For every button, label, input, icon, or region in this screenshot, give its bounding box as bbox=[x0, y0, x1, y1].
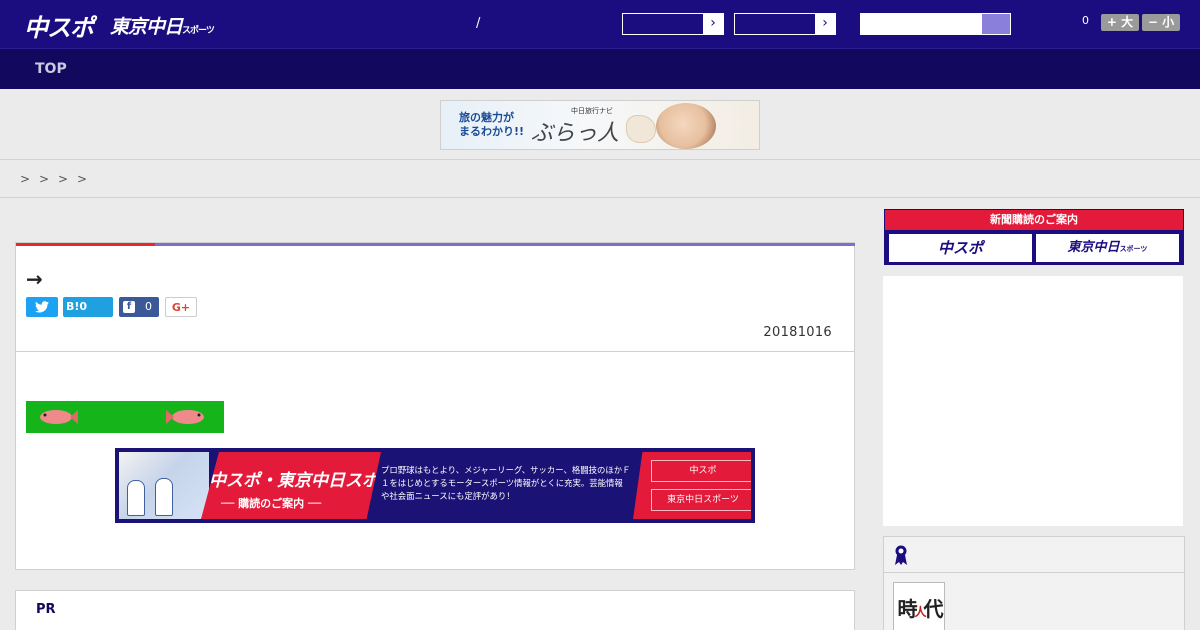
facebook-share-button[interactable]: f 0 bbox=[119, 297, 159, 317]
twitter-icon bbox=[35, 301, 49, 313]
sidebar-ad-slot bbox=[883, 276, 1183, 526]
player-figure bbox=[155, 478, 173, 516]
ad-description: プロ野球はもとより、メジャーリーグ、サッカー、格闘技のほかＦ１をはじめとするモー… bbox=[381, 465, 631, 501]
chuspo-logo[interactable]: 中スポ bbox=[24, 8, 94, 43]
subscription-widget: 新聞購読のご案内 中スポ 東京中日スポーツ bbox=[884, 209, 1184, 265]
shell-image bbox=[626, 115, 656, 143]
player-figure bbox=[127, 480, 145, 516]
breadcrumb-separator: > bbox=[20, 172, 31, 186]
woman-image bbox=[656, 103, 716, 149]
tokyo-chunichi-subscription-button[interactable]: 東京中日スポーツ bbox=[1036, 234, 1179, 262]
ad-brand: ぶらっ人 bbox=[531, 121, 620, 146]
ranking-header bbox=[884, 537, 1184, 573]
ranking-thumbnail[interactable]: 時人代 bbox=[893, 582, 945, 630]
travel-ad-banner[interactable]: 旅の魅力が まるわかり!! 中日旅行ナビ ぶらっ人 bbox=[440, 100, 760, 150]
tokyo-logo-sub: スポーツ bbox=[182, 26, 215, 36]
search-button[interactable] bbox=[982, 14, 1010, 34]
subscription-btn2-main: 東京中日 bbox=[1067, 240, 1120, 255]
fish-icon bbox=[166, 410, 204, 424]
thumb-char-1: 時 bbox=[897, 597, 917, 621]
ad-line-1: 旅の魅力が bbox=[459, 111, 514, 124]
players-photo bbox=[119, 452, 209, 519]
nav-item-top[interactable]: TOP bbox=[35, 61, 67, 77]
breadcrumb-separator: > bbox=[77, 172, 88, 186]
top-header: 中スポ 東京中日スポーツ / › › 0 + 大 − 小 bbox=[0, 0, 1200, 48]
tokyo-chunichi-subscribe-button[interactable]: 東京中日スポーツ bbox=[651, 489, 751, 511]
ad-button-panel: 中スポ 東京中日スポーツ bbox=[633, 452, 751, 519]
hatena-bookmark-button[interactable]: B!0 bbox=[63, 297, 113, 317]
category-select-2[interactable]: › bbox=[734, 13, 836, 35]
chevron-right-icon: › bbox=[703, 14, 723, 34]
font-smaller-button[interactable]: − 小 bbox=[1142, 14, 1180, 31]
article-title: → bbox=[26, 267, 43, 291]
thumb-char-2: 人 bbox=[914, 605, 926, 619]
facebook-count: 0 bbox=[145, 300, 152, 313]
thumb-char-3: 代 bbox=[923, 597, 944, 621]
banner-area: 旅の魅力が まるわかり!! 中日旅行ナビ ぶらっ人 bbox=[0, 89, 1200, 160]
ranking-widget: 時人代 bbox=[883, 536, 1185, 630]
sea-bream-ad-banner[interactable] bbox=[26, 401, 224, 433]
tokyo-logo-main: 東京中日 bbox=[110, 16, 183, 38]
chuspo-subscription-button[interactable]: 中スポ bbox=[889, 234, 1032, 262]
header-separator: / bbox=[476, 16, 481, 31]
ad-copy: 旅の魅力が まるわかり!! bbox=[459, 111, 524, 139]
ad-subheading: ── 購読のご案内 ── bbox=[221, 497, 322, 510]
main-nav: TOP bbox=[0, 48, 1200, 89]
subscription-header: 新聞購読のご案内 bbox=[885, 210, 1183, 230]
fish-icon bbox=[40, 410, 78, 424]
divider bbox=[16, 351, 854, 352]
search-input[interactable] bbox=[860, 13, 1011, 35]
chuspo-subscribe-button[interactable]: 中スポ bbox=[651, 460, 751, 482]
medal-icon bbox=[895, 545, 907, 565]
breadcrumb-separator: > bbox=[39, 172, 50, 186]
pr-heading: PR bbox=[36, 602, 56, 617]
article-date: 20181016 bbox=[763, 325, 832, 340]
google-plus-share-button[interactable]: G+ bbox=[165, 297, 197, 317]
ad-line-2: まるわかり!! bbox=[459, 125, 525, 138]
breadcrumb-separator: > bbox=[58, 172, 69, 186]
font-size-count: 0 bbox=[1082, 14, 1089, 27]
accent-bar-purple bbox=[155, 243, 855, 246]
accent-bar-red bbox=[16, 243, 155, 246]
twitter-share-button[interactable] bbox=[26, 297, 58, 317]
subscription-ad-banner[interactable]: 中スポ・東京中日スポーツ ── 購読のご案内 ── プロ野球はもとより、メジャー… bbox=[115, 448, 755, 523]
facebook-icon: f bbox=[123, 301, 135, 313]
font-larger-button[interactable]: + 大 bbox=[1101, 14, 1139, 31]
pr-section: PR bbox=[15, 590, 855, 630]
ad-red-panel: 中スポ・東京中日スポーツ ── 購読のご案内 ── bbox=[201, 452, 381, 519]
chevron-right-icon: › bbox=[815, 14, 835, 34]
breadcrumb: > > > > bbox=[0, 161, 1200, 198]
article-card: → B!0 f 0 G+ 20181016 中スポ・東京中日スポーツ ── 購読… bbox=[15, 242, 855, 570]
subscription-btn2-sub: スポーツ bbox=[1119, 245, 1148, 253]
category-select-1[interactable]: › bbox=[622, 13, 724, 35]
tokyo-chunichi-logo[interactable]: 東京中日スポーツ bbox=[110, 12, 215, 39]
